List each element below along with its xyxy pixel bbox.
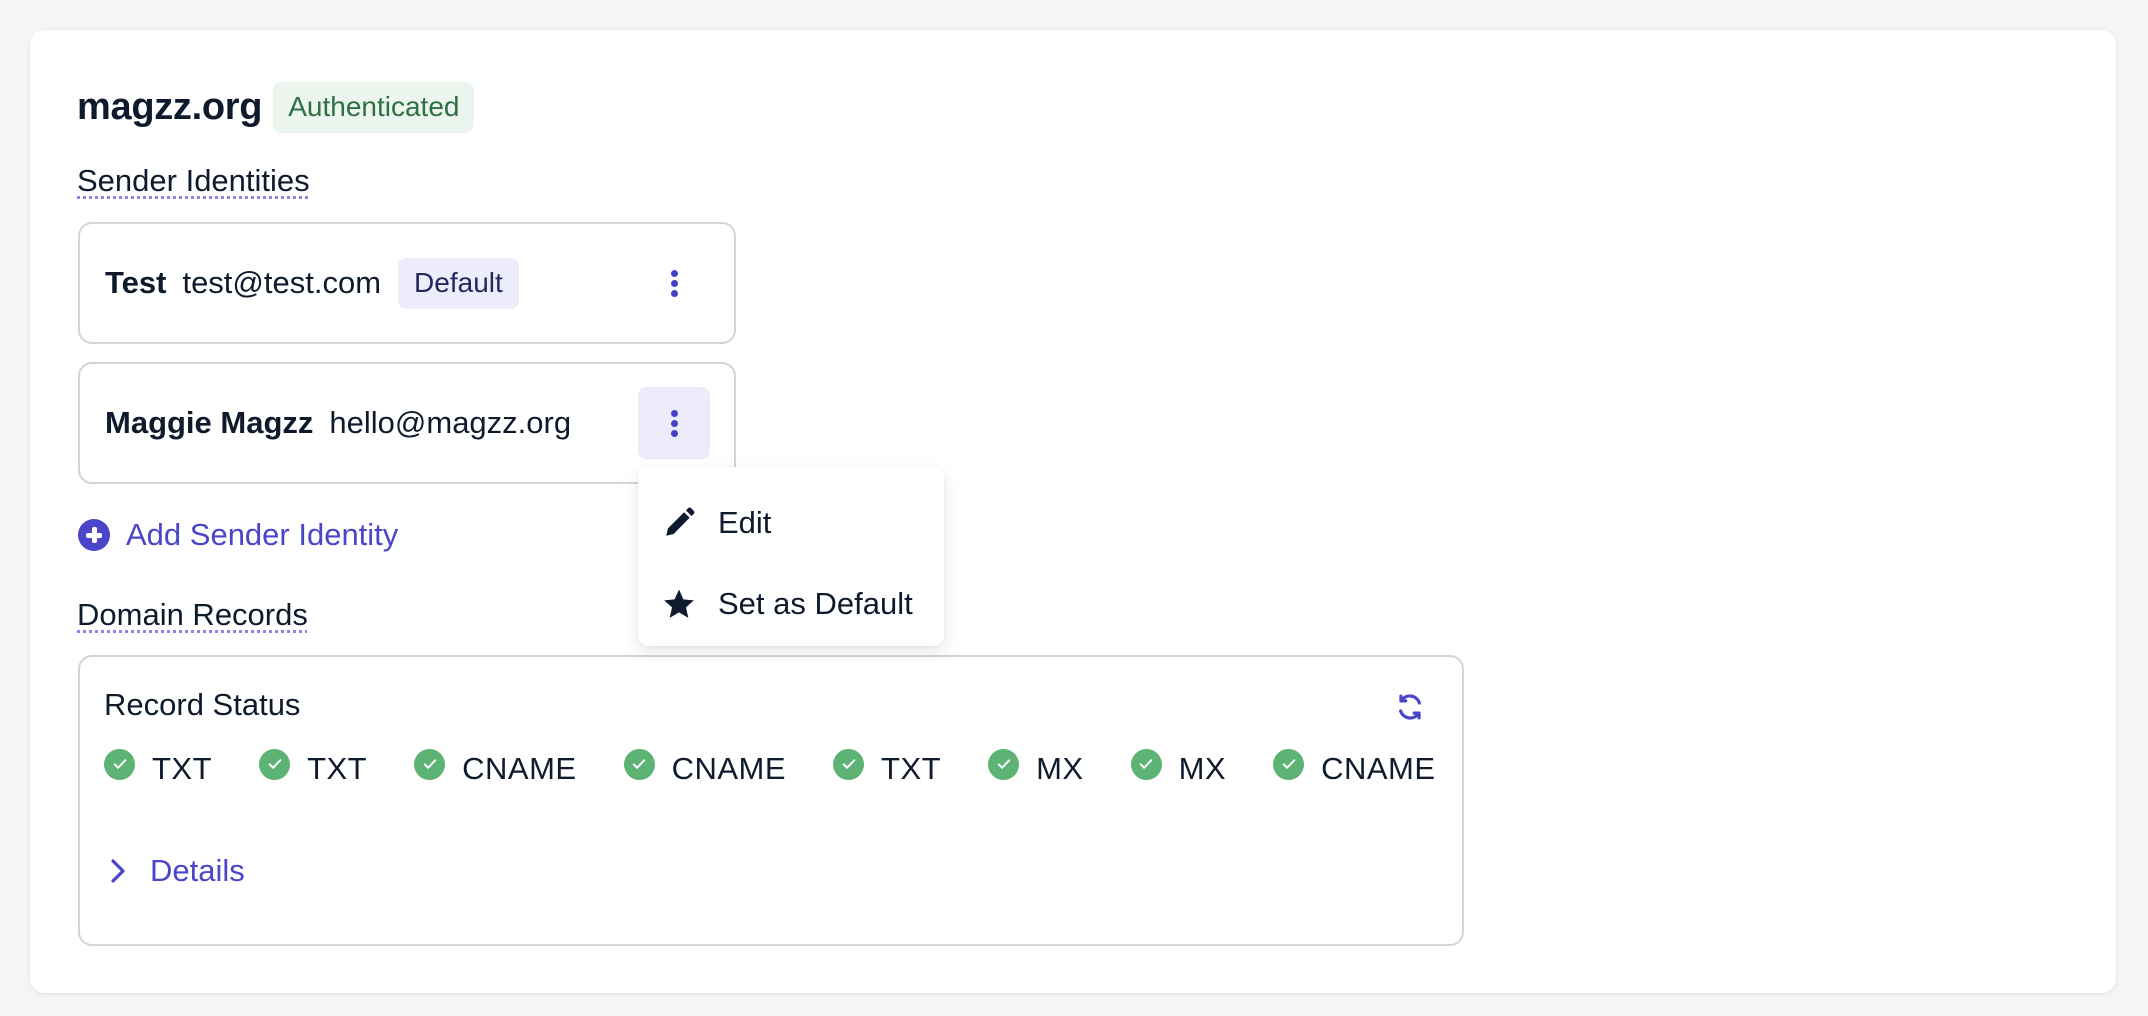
domain-records-label[interactable]: Domain Records — [77, 597, 308, 633]
domain-header: magzz.org Authenticated — [77, 82, 475, 133]
record-type: MX — [1036, 751, 1084, 786]
records-list: TXT TXT CNAME CNAME TXT MX MX CNAME — [104, 748, 1436, 787]
record-item: CNAME — [623, 748, 787, 787]
kebab-icon — [670, 409, 678, 437]
authenticated-badge: Authenticated — [273, 82, 475, 133]
star-icon — [664, 589, 694, 618]
check-circle-icon — [259, 748, 291, 780]
record-status-panel: Record Status TXT TXT CNAME CNAME TXT MX… — [78, 655, 1464, 946]
identity-options-button[interactable] — [638, 387, 710, 459]
record-item: TXT — [833, 748, 942, 787]
check-circle-icon — [104, 748, 135, 780]
identity-options-menu: Edit Set as Default — [638, 467, 944, 646]
record-item: MX — [988, 748, 1084, 787]
identity-card: Maggie Magzz hello@magzz.org — [78, 362, 736, 484]
check-circle-icon — [988, 748, 1020, 780]
check-circle-icon — [833, 748, 865, 780]
check-circle-icon — [1130, 748, 1162, 780]
check-circle-icon — [1273, 748, 1305, 780]
details-label: Details — [150, 853, 245, 888]
menu-item-label: Set as Default — [718, 586, 913, 621]
refresh-icon — [1399, 694, 1421, 720]
record-item: CNAME — [414, 748, 577, 787]
identity-email: hello@magzz.org — [329, 405, 572, 440]
pencil-icon — [666, 507, 695, 536]
record-type: CNAME — [671, 751, 787, 786]
identity-email: test@test.com — [182, 265, 382, 300]
add-sender-identity-button[interactable]: Add Sender Identity — [78, 517, 398, 553]
refresh-button[interactable] — [1394, 691, 1426, 723]
record-type: CNAME — [462, 751, 577, 786]
record-type: CNAME — [1321, 751, 1436, 786]
kebab-icon — [670, 269, 678, 297]
record-status-title: Record Status — [104, 687, 301, 722]
identity-name: Maggie Magzz — [105, 405, 314, 440]
record-type: TXT — [152, 751, 213, 786]
identity-card: Test test@test.com Default — [78, 222, 736, 344]
record-type: MX — [1178, 751, 1227, 786]
chevron-right-icon — [111, 859, 125, 883]
identity-name: Test — [105, 265, 167, 300]
add-sender-identity-label: Add Sender Identity — [126, 517, 399, 552]
plus-circle-icon — [78, 519, 110, 551]
record-type: TXT — [881, 751, 942, 786]
menu-item-set-as-default[interactable]: Set as Default — [638, 578, 944, 630]
record-type: TXT — [307, 751, 368, 786]
menu-item-edit[interactable]: Edit — [638, 497, 944, 549]
check-circle-icon — [414, 748, 446, 780]
record-item: TXT — [104, 748, 213, 787]
details-toggle[interactable]: Details — [108, 853, 245, 889]
record-item: CNAME — [1273, 748, 1436, 787]
record-item: MX — [1130, 748, 1227, 787]
domain-title: magzz.org — [77, 86, 263, 128]
menu-item-label: Edit — [718, 505, 772, 540]
check-circle-icon — [623, 748, 655, 780]
record-item: TXT — [259, 748, 368, 787]
default-badge: Default — [398, 257, 519, 309]
sender-identities-label[interactable]: Sender Identities — [77, 163, 310, 199]
identity-options-button[interactable] — [638, 247, 710, 319]
